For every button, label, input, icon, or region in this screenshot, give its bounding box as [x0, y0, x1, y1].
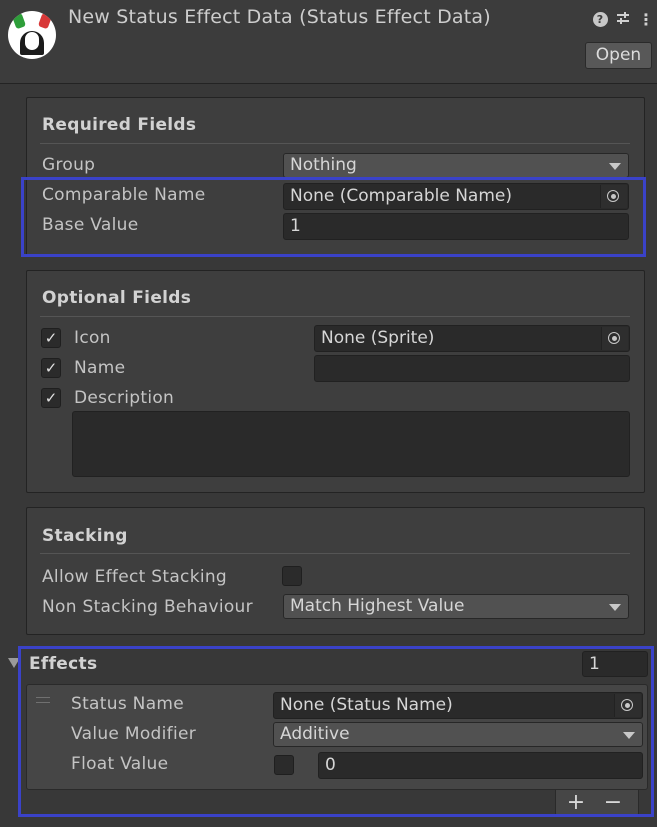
- section-divider: [40, 143, 630, 144]
- float-value-text: 0: [325, 755, 336, 775]
- icon-sprite-field[interactable]: None (Sprite): [314, 325, 630, 352]
- dropdown-arrow-icon: [623, 732, 635, 739]
- help-icon[interactable]: ?: [590, 10, 610, 30]
- section-divider: [40, 553, 630, 554]
- comparable-name-value: None (Comparable Name): [290, 186, 512, 206]
- group-label: Group: [42, 155, 96, 175]
- remove-element-button[interactable]: −: [601, 792, 625, 814]
- kebab-menu-icon[interactable]: ⋮: [636, 10, 656, 30]
- description-checkbox[interactable]: ✓: [41, 388, 61, 408]
- non-stacking-behaviour-dropdown[interactable]: Match Highest Value: [283, 594, 629, 619]
- description-textarea[interactable]: [72, 411, 630, 477]
- non-stacking-behaviour-label: Non Stacking Behaviour: [42, 597, 253, 617]
- value-modifier-value: Additive: [280, 724, 350, 744]
- status-name-label: Status Name: [71, 694, 185, 714]
- icon-label: Icon: [74, 328, 111, 348]
- stacking-title: Stacking: [42, 526, 128, 546]
- base-value-label: Base Value: [42, 215, 139, 235]
- effects-count-value: 1: [589, 654, 600, 674]
- optional-fields-title: Optional Fields: [42, 288, 192, 308]
- logo-face: [25, 32, 39, 50]
- allow-stacking-checkbox[interactable]: [282, 566, 302, 586]
- name-label: Name: [74, 358, 126, 378]
- float-value-label: Float Value: [71, 754, 169, 774]
- icon-sprite-value: None (Sprite): [321, 328, 435, 348]
- logo-flag-red: [37, 12, 53, 30]
- open-button[interactable]: Open: [585, 42, 652, 69]
- section-divider: [40, 316, 630, 317]
- foldout-arrow-icon[interactable]: [8, 658, 20, 668]
- float-value-field[interactable]: 0: [318, 752, 643, 779]
- effects-title[interactable]: Effects: [29, 654, 97, 674]
- base-value-text: 1: [290, 216, 301, 236]
- value-modifier-dropdown[interactable]: Additive: [273, 722, 643, 747]
- group-dropdown[interactable]: Nothing: [283, 153, 629, 178]
- object-picker-icon[interactable]: [600, 185, 627, 208]
- float-value-toggle[interactable]: [274, 755, 294, 775]
- logo-flag-green: [11, 12, 27, 30]
- object-picker-icon[interactable]: [614, 694, 641, 717]
- name-checkbox[interactable]: ✓: [41, 358, 61, 378]
- icon-checkbox[interactable]: ✓: [41, 328, 61, 348]
- object-picker-icon[interactable]: [601, 327, 628, 350]
- dropdown-arrow-icon: [609, 604, 621, 611]
- required-fields-title: Required Fields: [42, 115, 197, 135]
- comparable-name-field[interactable]: None (Comparable Name): [283, 183, 629, 210]
- drag-handle-icon[interactable]: [36, 697, 50, 703]
- non-stacking-behaviour-value: Match Highest Value: [290, 596, 465, 616]
- name-field[interactable]: [314, 355, 630, 382]
- group-value: Nothing: [290, 155, 357, 175]
- status-name-field[interactable]: None (Status Name): [273, 692, 643, 719]
- effects-count-field[interactable]: 1: [582, 651, 648, 677]
- add-element-button[interactable]: +: [564, 792, 588, 814]
- description-label: Description: [74, 388, 175, 408]
- base-value-field[interactable]: 1: [283, 213, 629, 240]
- allow-stacking-label: Allow Effect Stacking: [42, 567, 228, 587]
- logo-icon: [8, 11, 56, 59]
- dropdown-arrow-icon: [609, 163, 621, 170]
- inspector-title: New Status Effect Data (Status Effect Da…: [68, 6, 491, 28]
- value-modifier-label: Value Modifier: [71, 724, 197, 744]
- sliders-icon[interactable]: [613, 10, 633, 30]
- status-name-value: None (Status Name): [280, 695, 453, 715]
- comparable-name-label: Comparable Name: [42, 185, 206, 205]
